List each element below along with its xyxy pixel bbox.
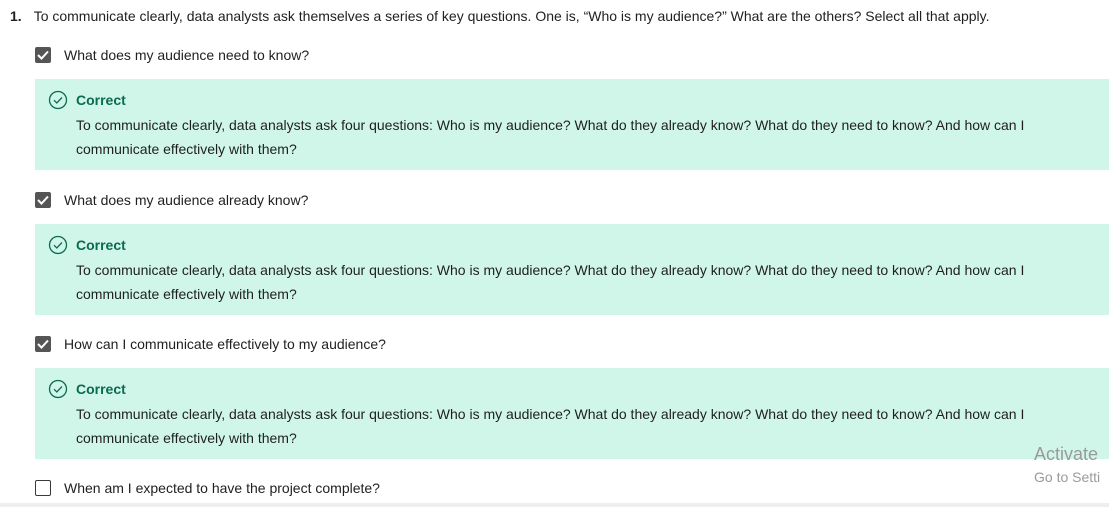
option-2-feedback: Correct To communicate clearly, data ana… (35, 224, 1109, 315)
option-4[interactable]: When am I expected to have the project c… (35, 478, 380, 498)
option-1[interactable]: What does my audience need to know? (35, 45, 309, 65)
bottom-divider (0, 503, 1109, 507)
check-icon (37, 50, 49, 60)
option-2[interactable]: What does my audience already know? (35, 190, 308, 210)
check-icon (37, 339, 49, 349)
feedback-title: Correct (76, 381, 126, 397)
option-3-label: How can I communicate effectively to my … (64, 336, 386, 352)
option-3-feedback: Correct To communicate clearly, data ana… (35, 368, 1109, 459)
option-3[interactable]: How can I communicate effectively to my … (35, 334, 386, 354)
feedback-body: To communicate clearly, data analysts as… (76, 262, 1025, 302)
option-2-checkbox[interactable] (35, 192, 51, 208)
question-text: To communicate clearly, data analysts as… (33, 8, 990, 24)
quiz-page: 1. To communicate clearly, data analysts… (0, 0, 1109, 507)
option-2-label: What does my audience already know? (64, 192, 309, 208)
option-1-checkbox[interactable] (35, 47, 51, 63)
feedback-title: Correct (76, 237, 126, 253)
check-circle-icon (48, 90, 68, 110)
option-4-checkbox[interactable] (35, 480, 51, 496)
check-circle-icon (48, 235, 68, 255)
feedback-body: To communicate clearly, data analysts as… (76, 406, 1025, 446)
check-icon (37, 195, 49, 205)
question-number: 1. (10, 8, 22, 24)
option-1-label: What does my audience need to know? (64, 47, 310, 63)
activation-watermark-link: Go to Setti (1034, 469, 1101, 485)
question: 1. To communicate clearly, data analysts… (10, 7, 990, 25)
option-1-feedback: Correct To communicate clearly, data ana… (35, 79, 1109, 170)
check-circle-icon (48, 379, 68, 399)
option-3-checkbox[interactable] (35, 336, 51, 352)
feedback-body: To communicate clearly, data analysts as… (76, 117, 1025, 157)
activation-watermark-title: Activate (1034, 444, 1099, 464)
feedback-title: Correct (76, 92, 126, 108)
option-4-label: When am I expected to have the project c… (64, 480, 380, 496)
